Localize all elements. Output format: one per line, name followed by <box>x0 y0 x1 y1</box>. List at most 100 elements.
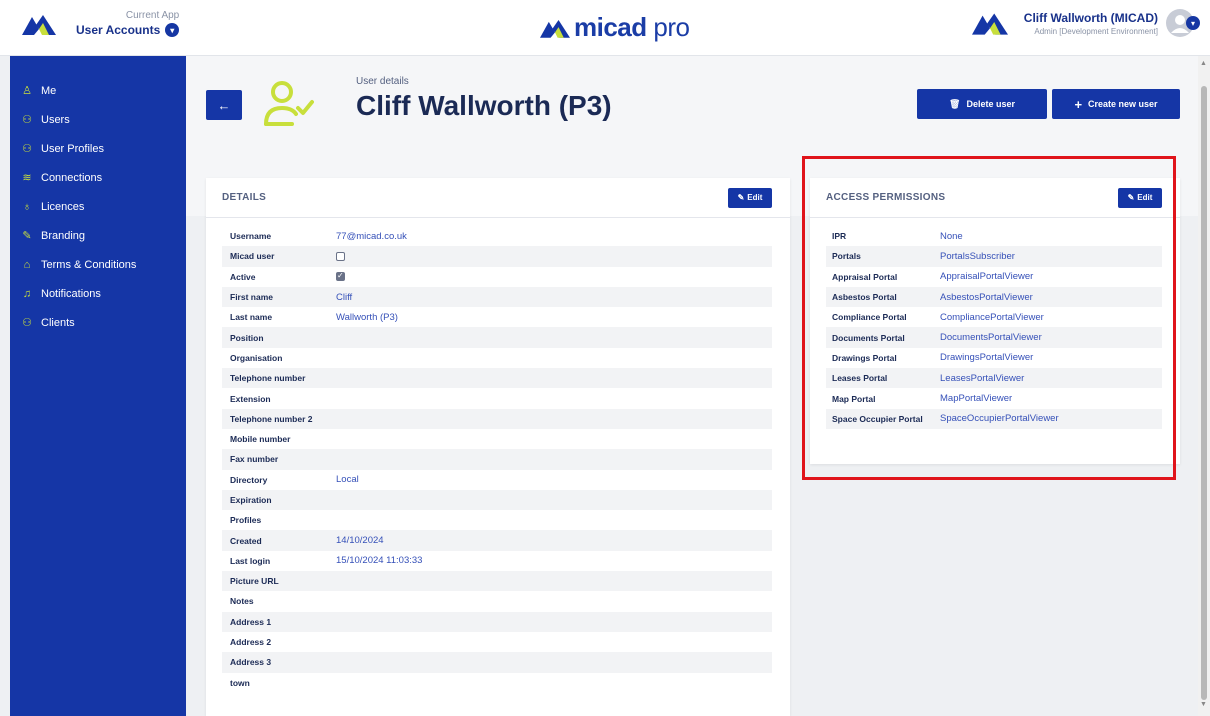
scroll-down-icon[interactable]: ▼ <box>1200 701 1207 708</box>
table-row: Telephone number 2 <box>222 408 772 429</box>
table-row: IPR None <box>832 230 963 242</box>
access-permissions-title: ACCESS PERMISSIONS <box>826 192 946 203</box>
access-table: IPR None Portals PortalsSubscriber Apprais… <box>810 218 1180 429</box>
sidebar-item-label: Licences <box>41 200 85 213</box>
table-row: Mobile number <box>230 434 291 445</box>
main-content: ← User details Cliff Wallworth (P3) 🗑 De… <box>186 56 1198 716</box>
brand-name: micad <box>574 12 647 42</box>
table-row: Fax number <box>222 449 772 470</box>
plus-icon: + <box>1074 96 1083 112</box>
sidebar-item-terms[interactable]: ⌂ Terms & Conditions <box>10 250 186 279</box>
table-row: Extension <box>230 393 271 404</box>
user-icon: ♙ <box>22 85 32 97</box>
sidebar-item-user-profiles[interactable]: ⚇ User Profiles <box>10 134 186 163</box>
sidebar-item-label: Me <box>41 84 57 97</box>
sidebar-item-label: Terms & Conditions <box>41 258 137 271</box>
chevron-down-icon[interactable]: ▾ <box>165 23 180 37</box>
table-row: First name Cliff <box>222 286 772 308</box>
details-table: Username 77@micad.co.uk Micad user Active… <box>206 218 790 693</box>
sidebar-item-label: Connections <box>41 171 103 184</box>
pen-icon: ✎ <box>737 193 745 202</box>
app-switcher[interactable]: Current App User Accounts ▾ <box>22 10 180 37</box>
users-icon: ⚇ <box>22 114 32 126</box>
page-subtitle: User details <box>356 76 409 87</box>
sidebar-item-clients[interactable]: ⚇ Clients <box>10 308 186 337</box>
table-row: Micad user <box>222 246 772 267</box>
table-row: Compliance Portal CompliancePortalViewer <box>832 311 1044 323</box>
current-app-name: User Accounts <box>76 23 161 37</box>
micad-user-checkbox <box>336 251 345 261</box>
table-row: Drawings Portal DrawingsPortalViewer <box>832 352 1034 364</box>
table-row: Created 14/10/2024 <box>222 530 772 551</box>
sidebar-item-notifications[interactable]: ♫ Notifications <box>10 279 186 308</box>
scroll-thumb[interactable] <box>1201 86 1207 700</box>
chevron-down-icon[interactable]: ▾ <box>1186 16 1200 30</box>
current-app-caption: Current App <box>125 10 180 21</box>
table-row: Address 3 <box>222 652 772 673</box>
user-menu[interactable]: Cliff Wallworth (MICAD) Admin [Developme… <box>971 9 1200 37</box>
user-profiles-icon: ⚇ <box>22 143 32 155</box>
micad-logo-icon <box>540 19 570 38</box>
sidebar-item-label: User Profiles <box>41 142 104 155</box>
table-row: Space Occupier Portal SpaceOccupierPortal… <box>826 408 1162 429</box>
table-row: Expiration <box>222 489 772 511</box>
table-row: Last login 15/10/2024 11:03:33 <box>230 555 423 567</box>
table-row: Portals PortalsSubscriber <box>826 246 1162 267</box>
sidebar-item-label: Notifications <box>41 287 101 300</box>
edit-label: Edit <box>1137 193 1153 202</box>
micad-logo-icon <box>22 14 56 35</box>
table-row: Profiles <box>230 515 262 526</box>
table-row: Map Portal MapPortalViewer <box>832 393 1013 405</box>
table-row: Telephone number <box>222 368 772 389</box>
top-bar: Current App User Accounts ▾ micad pro Cl… <box>0 0 1210 56</box>
edit-access-button[interactable]: ✎ Edit <box>1118 187 1162 208</box>
details-title: DETAILS <box>222 192 267 203</box>
table-row: Address 2 <box>230 637 272 648</box>
sidebar-item-users[interactable]: ⚇ Users <box>10 105 186 134</box>
user-check-icon <box>264 81 314 126</box>
access-permissions-card: ACCESS PERMISSIONS ✎ Edit IPR None Portal… <box>810 178 1180 464</box>
avatar[interactable]: ▾ <box>1166 9 1200 37</box>
scroll-up-icon[interactable]: ▲ <box>1200 60 1207 67</box>
table-row: Asbestos Portal AsbestosPortalViewer <box>826 286 1162 308</box>
brand-logo: micad pro <box>540 12 690 43</box>
table-row: Picture URL <box>222 571 772 592</box>
pen-icon: ✎ <box>1127 193 1135 202</box>
table-row: Documents Portal DocumentsPortalViewer <box>826 327 1162 348</box>
clients-icon: ⚇ <box>22 317 32 329</box>
details-card: DETAILS ✎ Edit Username 77@micad.co.uk Mi… <box>206 178 790 716</box>
active-checkbox <box>336 271 345 282</box>
edit-details-button[interactable]: ✎ Edit <box>728 187 772 208</box>
trash-icon: 🗑 <box>949 98 961 109</box>
sidebar-item-connections[interactable]: ≋ Connections <box>10 163 186 192</box>
table-row: Username 77@micad.co.uk <box>230 230 407 242</box>
table-row: Last name Wallworth (P3) <box>230 311 398 323</box>
logged-in-user-name: Cliff Wallworth (MICAD) <box>1023 10 1158 25</box>
sidebar-item-label: Clients <box>41 316 75 329</box>
sidebar-item-licences[interactable]: ♁ Licences <box>10 192 186 221</box>
ribbon-icon: ♁ <box>22 200 32 213</box>
scrollbar[interactable]: ▲ ▼ <box>1198 56 1210 716</box>
wifi-icon: ≋ <box>22 172 32 184</box>
back-button[interactable]: ← <box>206 90 242 120</box>
sidebar-item-me[interactable]: ♙ Me <box>10 76 186 105</box>
delete-user-button[interactable]: 🗑 Delete user <box>917 89 1047 119</box>
sidebar: ♙ Me ⚇ Users ⚇ User Profiles ≋ Connectio… <box>10 56 186 716</box>
table-row: Organisation <box>230 352 283 363</box>
create-new-user-button[interactable]: + Create new user <box>1052 89 1180 119</box>
sidebar-item-branding[interactable]: ✎ Branding <box>10 221 186 250</box>
bell-icon: ♫ <box>22 287 32 300</box>
sidebar-item-label: Branding <box>41 229 86 242</box>
table-row: Appraisal Portal AppraisalPortalViewer <box>832 271 1034 283</box>
bag-icon: ⌂ <box>23 258 31 271</box>
table-row: Notes <box>230 596 254 607</box>
table-row: Leases Portal LeasesPortalViewer <box>826 368 1162 389</box>
page-title: Cliff Wallworth (P3) <box>356 90 612 121</box>
micad-logo-icon <box>971 13 1008 35</box>
brand-suffix: pro <box>646 12 690 42</box>
logged-in-user-role: Admin [Development Environment] <box>1034 26 1158 36</box>
delete-user-label: Delete user <box>966 99 1015 109</box>
table-row: Position <box>222 327 772 348</box>
create-user-label: Create new user <box>1088 99 1158 109</box>
edit-label: Edit <box>747 193 763 202</box>
